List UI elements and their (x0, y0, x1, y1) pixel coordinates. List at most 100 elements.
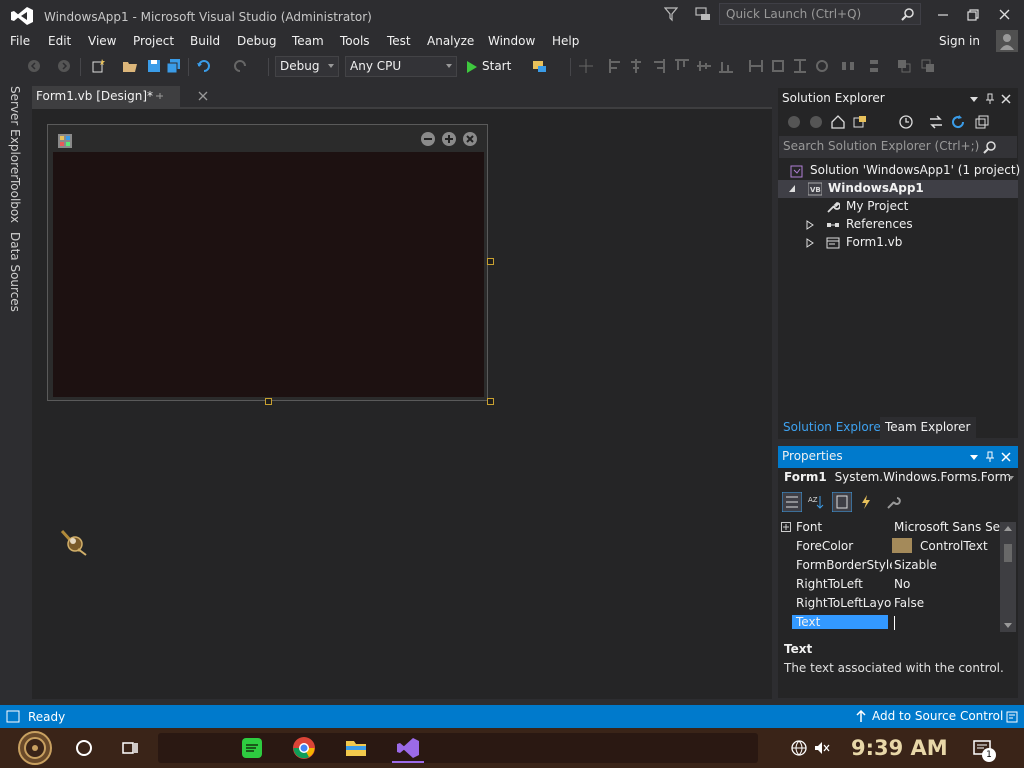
make-same-size-icon[interactable] (814, 58, 830, 74)
back-icon[interactable] (26, 58, 42, 74)
horizontal-spacing-icon[interactable] (840, 58, 856, 74)
properties-view-icon[interactable] (832, 492, 852, 512)
solution-explorer-search-input[interactable]: Search Solution Explorer (Ctrl+;) (779, 136, 1017, 158)
refresh-icon[interactable] (950, 114, 966, 130)
chevron-down-icon[interactable] (968, 93, 980, 105)
platform-select[interactable]: Any CPU (345, 56, 457, 77)
chrome-app-icon[interactable] (292, 736, 316, 760)
align-middles-icon[interactable] (696, 58, 712, 74)
close-icon[interactable] (990, 4, 1020, 26)
menu-help[interactable]: Help (552, 34, 579, 48)
property-row-font[interactable]: Font Microsoft Sans Se (778, 518, 1000, 537)
property-row-righttoleft[interactable]: RightToLeft No (778, 575, 1000, 594)
property-row-forecolor[interactable]: ForeColor ControlText (778, 537, 1000, 556)
scroll-down-icon[interactable] (1003, 622, 1013, 630)
align-centers-icon[interactable] (628, 58, 644, 74)
redo-icon[interactable] (232, 58, 248, 74)
quick-launch-input[interactable]: Quick Launch (Ctrl+Q) (719, 3, 921, 25)
pin-icon[interactable] (984, 451, 996, 463)
align-lefts-icon[interactable] (608, 58, 624, 74)
resize-handle-bottom[interactable] (265, 398, 272, 405)
make-same-height-icon[interactable] (792, 58, 808, 74)
add-to-source-control-button[interactable]: Add to Source Control (856, 709, 1018, 723)
file-explorer-app-icon[interactable] (344, 736, 368, 760)
vertical-spacing-icon[interactable] (866, 58, 882, 74)
network-globe-icon[interactable] (790, 739, 808, 757)
tab-team-explorer[interactable]: Team Explorer (880, 417, 976, 439)
notifications-icon[interactable] (694, 5, 712, 23)
home-icon[interactable] (830, 114, 846, 130)
spotify-app-icon[interactable] (240, 736, 264, 760)
menu-tools[interactable]: Tools (340, 34, 370, 48)
chevron-down-icon[interactable] (968, 451, 980, 463)
forward-icon[interactable] (808, 114, 824, 130)
properties-object-select[interactable]: Form1 System.Windows.Forms.Form (778, 468, 1018, 488)
restore-icon[interactable] (958, 4, 988, 26)
collapsed-arrow-icon[interactable] (806, 220, 814, 230)
minimize-icon[interactable] (928, 4, 958, 26)
align-bottoms-icon[interactable] (718, 58, 734, 74)
search-icon[interactable] (983, 140, 997, 154)
close-icon[interactable] (1000, 451, 1012, 463)
size-to-grid-icon[interactable] (770, 58, 786, 74)
tree-item-form1[interactable]: Form1.vb (778, 234, 1018, 252)
form1-client-area[interactable] (53, 152, 484, 397)
close-icon[interactable] (1000, 93, 1012, 105)
task-view-icon[interactable] (120, 738, 140, 758)
collapsed-arrow-icon[interactable] (806, 238, 814, 248)
volume-muted-icon[interactable] (813, 739, 831, 757)
undo-icon[interactable] (196, 58, 212, 74)
align-to-grid-icon[interactable] (578, 58, 594, 74)
menu-window[interactable]: Window (488, 34, 535, 48)
tree-item-project[interactable]: VB WindowsApp1 (778, 180, 1018, 198)
feedback-filter-icon[interactable] (664, 6, 678, 22)
cortana-search-icon[interactable] (74, 738, 94, 758)
scroll-thumb[interactable] (1004, 544, 1012, 562)
align-tops-icon[interactable] (674, 58, 690, 74)
sign-in-link[interactable]: Sign in (939, 34, 980, 48)
start-gear-icon[interactable] (12, 730, 58, 766)
switch-views-icon[interactable] (852, 114, 868, 130)
menu-build[interactable]: Build (190, 34, 220, 48)
tab-solution-explorer[interactable]: Solution Explorer (778, 417, 891, 439)
menu-file[interactable]: File (10, 34, 30, 48)
sync-icon[interactable] (928, 114, 944, 130)
output-window-icon[interactable] (6, 710, 20, 723)
make-same-width-icon[interactable] (748, 58, 764, 74)
pending-changes-filter-icon[interactable] (898, 114, 914, 130)
toolbox-tab[interactable]: Toolbox (8, 178, 22, 223)
tree-item-solution[interactable]: Solution 'WindowsApp1' (1 project) (778, 162, 1020, 180)
menu-view[interactable]: View (88, 34, 116, 48)
save-all-icon[interactable] (166, 58, 182, 74)
expanded-arrow-icon[interactable] (788, 184, 796, 194)
forward-icon[interactable] (56, 58, 72, 74)
collapse-all-icon[interactable] (974, 114, 990, 130)
data-sources-tab[interactable]: Data Sources (8, 232, 22, 312)
menu-edit[interactable]: Edit (48, 34, 71, 48)
expand-plus-icon[interactable] (781, 522, 791, 532)
menu-team[interactable]: Team (292, 34, 324, 48)
menu-project[interactable]: Project (133, 34, 174, 48)
open-file-icon[interactable] (122, 58, 138, 74)
save-icon[interactable] (146, 58, 162, 74)
menu-debug[interactable]: Debug (237, 34, 276, 48)
server-explorer-tab[interactable]: Server Explorer (8, 86, 22, 179)
tree-item-my-project[interactable]: My Project (778, 198, 1018, 216)
scroll-up-icon[interactable] (1003, 524, 1013, 532)
menu-analyze[interactable]: Analyze (427, 34, 474, 48)
pin-icon[interactable] (984, 93, 996, 105)
visual-studio-app-icon[interactable] (396, 736, 420, 760)
pin-icon[interactable] (154, 91, 164, 101)
close-tab-icon[interactable] (198, 91, 208, 101)
property-row-formborderstyle[interactable]: FormBorderStyle Sizable (778, 556, 1000, 575)
menu-test[interactable]: Test (387, 34, 411, 48)
alphabetical-icon[interactable]: AZ (808, 494, 824, 510)
properties-scrollbar[interactable] (1000, 522, 1016, 632)
property-row-righttoleftlayout[interactable]: RightToLeftLayout False (778, 594, 1000, 613)
back-icon[interactable] (786, 114, 802, 130)
notifications-icon[interactable] (1006, 711, 1018, 723)
configuration-select[interactable]: Debug (275, 56, 339, 77)
align-rights-icon[interactable] (650, 58, 666, 74)
property-pages-icon[interactable] (886, 494, 902, 510)
search-icon[interactable] (901, 7, 915, 21)
